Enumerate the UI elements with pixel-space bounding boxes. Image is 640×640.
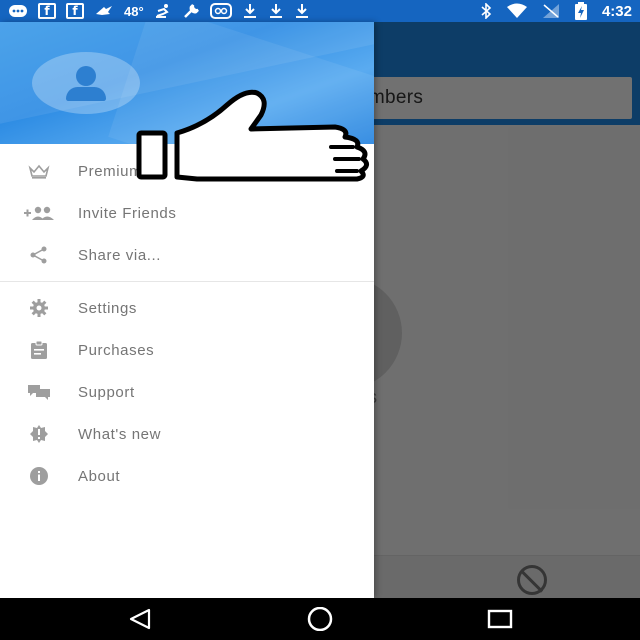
bluetooth-icon [480,3,492,19]
menu-item-settings[interactable]: Settings [0,287,374,329]
gear-icon [22,298,56,318]
temperature-text: 48° [124,3,144,19]
home-icon [307,607,333,631]
menu-item-about[interactable]: About [0,455,374,497]
person-icon [32,52,140,114]
home-button[interactable] [300,606,340,632]
menu-divider [0,281,374,282]
facebook-icon: f [38,3,56,19]
messages-icon [8,4,28,18]
menu-item-whats-new[interactable]: What's new [0,413,374,455]
back-icon [129,608,151,630]
menu-item-purchases[interactable]: Purchases [0,329,374,371]
menu-item-label: Settings [78,299,137,317]
recents-icon [487,609,513,629]
menu-item-label: Invite Friends [78,204,177,222]
avatar[interactable] [32,52,140,114]
battery-charging-icon [574,2,588,20]
menu-item-invite-friends[interactable]: Invite Friends [0,192,374,234]
download-icon [294,3,310,19]
menu-item-label: Purchases [78,341,155,359]
weather-icon [94,4,114,18]
skater-icon [154,3,172,19]
wrench-icon [182,3,200,19]
menu-item-label: Premium [78,162,143,180]
facebook-icon: f [66,3,84,19]
voicemail-icon [209,3,232,19]
wifi-icon [506,3,528,19]
info-icon [22,466,56,486]
status-bar: f f 48° 4:32 [0,0,640,22]
menu-item-label: What's new [78,425,162,443]
download-icon [268,3,284,19]
menu-item-label: Support [78,383,135,401]
drawer-menu: Premium Invite Friends Share via... Sett… [0,144,374,497]
new-badge-icon [22,424,56,444]
share-icon [22,245,56,265]
menu-item-label: Share via... [78,246,162,264]
add-people-icon [22,203,56,223]
chat-bubbles-icon [22,382,56,402]
recents-button[interactable] [480,606,520,632]
thumbs-up-icon [135,85,380,185]
menu-item-label: About [78,467,121,485]
back-button[interactable] [120,606,160,632]
clock-text: 4:32 [601,2,632,20]
crown-icon [22,161,56,181]
menu-item-support[interactable]: Support [0,371,374,413]
menu-item-share-via[interactable]: Share via... [0,234,374,276]
navigation-bar [0,598,640,640]
clipboard-icon [22,340,56,360]
no-signal-icon [542,3,560,19]
download-icon [242,3,258,19]
